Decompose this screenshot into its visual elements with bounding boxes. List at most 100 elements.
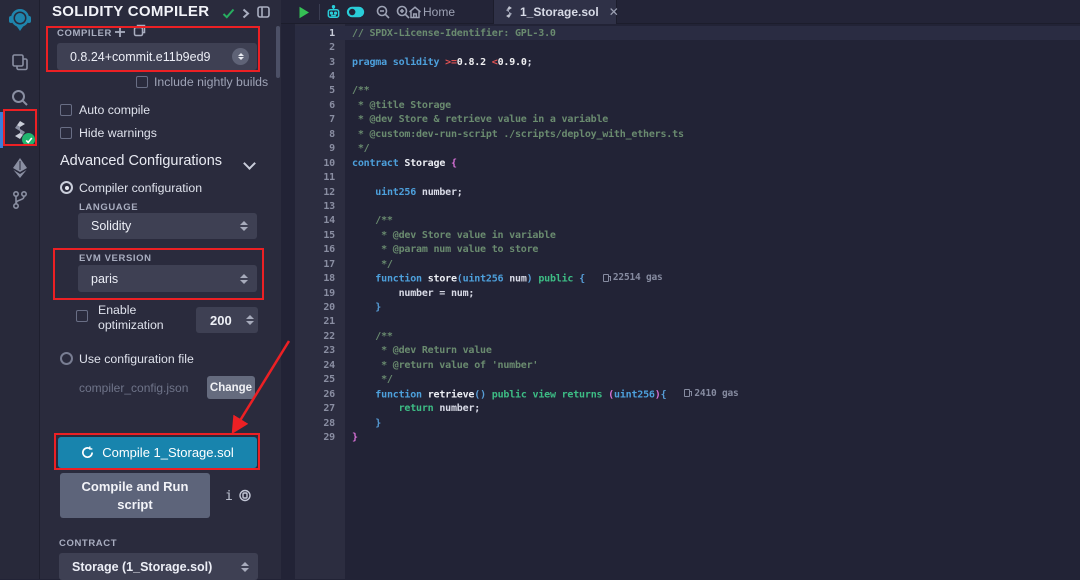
reload-compiler-icon[interactable]: [133, 24, 146, 42]
code-line[interactable]: 26 function retrieve() public view retur…: [295, 387, 1080, 401]
code-line[interactable]: 1// SPDX-License-Identifier: GPL-3.0: [295, 26, 1080, 40]
ai-toggle-icon[interactable]: [343, 0, 367, 24]
code-line[interactable]: 17 */: [295, 257, 1080, 271]
compile-button[interactable]: Compile 1_Storage.sol: [58, 437, 257, 468]
search-icon[interactable]: [0, 80, 40, 116]
panel-title: SOLIDITY COMPILER: [52, 3, 209, 20]
code-line[interactable]: 27 return number;: [295, 401, 1080, 415]
auto-compile-checkbox[interactable]: [60, 104, 72, 116]
code-text: * @title Storage: [335, 100, 451, 111]
code-line[interactable]: 4: [295, 69, 1080, 83]
code-line[interactable]: 13: [295, 199, 1080, 213]
close-tab-icon[interactable]: ✕: [609, 5, 619, 19]
code-text: function retrieve() public view returns …: [335, 388, 739, 401]
home-icon[interactable]: [405, 0, 425, 24]
line-number: 21: [295, 316, 335, 327]
evm-version-select[interactable]: paris: [78, 265, 257, 292]
compiler-configuration-radio[interactable]: [60, 181, 73, 194]
line-number: 12: [295, 187, 335, 198]
line-number: 5: [295, 85, 335, 96]
solidity-file-icon: [504, 5, 514, 19]
code-line[interactable]: 19 number = num;: [295, 286, 1080, 300]
enable-optimization-checkbox[interactable]: [76, 310, 88, 322]
line-number: 22: [295, 331, 335, 342]
editor-topbar: Home 1_Storage.sol ✕: [281, 0, 1080, 24]
refresh-icon: [81, 446, 94, 459]
nightly-builds-checkbox[interactable]: [136, 76, 148, 88]
compiler-version-value: 0.8.24+commit.e11b9ed9: [57, 50, 232, 64]
code-text: * @dev Store & retrieve value in a varia…: [335, 114, 608, 125]
code-line[interactable]: 11: [295, 170, 1080, 184]
code-line[interactable]: 25 */: [295, 373, 1080, 387]
gas-pump-icon: [684, 389, 690, 397]
code-line[interactable]: 3pragma solidity >=0.8.2 <0.9.0;: [295, 55, 1080, 69]
code-line[interactable]: 8 * @custom:dev-run-script ./scripts/dep…: [295, 127, 1080, 141]
use-configuration-file-radio[interactable]: [60, 352, 73, 365]
optimization-runs-input[interactable]: 200: [196, 307, 258, 333]
change-config-button[interactable]: Change: [207, 376, 255, 399]
remix-logo-icon[interactable]: [0, 2, 40, 38]
line-number: 2: [295, 42, 335, 53]
code-editor[interactable]: 1// SPDX-License-Identifier: GPL-3.0 2 3pr…: [295, 26, 1080, 445]
code-line[interactable]: 9 */: [295, 142, 1080, 156]
compile-and-run-button[interactable]: Compile and Run script: [60, 473, 210, 518]
code-line[interactable]: 7 * @dev Store & retrieve value in a var…: [295, 113, 1080, 127]
code-line[interactable]: 2: [295, 40, 1080, 54]
contract-select[interactable]: Storage (1_Storage.sol): [59, 553, 258, 580]
topbar-divider: [319, 4, 320, 20]
code-text: * @dev Store value in variable: [335, 230, 556, 241]
compiler-version-select[interactable]: 0.8.24+commit.e11b9ed9: [57, 43, 257, 70]
add-compiler-icon[interactable]: [114, 25, 126, 43]
code-line[interactable]: 18 function store(uint256 num) public {2…: [295, 271, 1080, 285]
runs-stepper-icon[interactable]: [232, 315, 254, 325]
panel-scrollbar[interactable]: [276, 26, 280, 78]
code-line[interactable]: 22 /**: [295, 329, 1080, 343]
chevron-down-icon[interactable]: [243, 157, 256, 170]
file-explorer-icon[interactable]: [0, 44, 40, 80]
code-line[interactable]: 12 uint256 number;: [295, 185, 1080, 199]
code-line[interactable]: 20 }: [295, 300, 1080, 314]
home-tab-label[interactable]: Home: [423, 5, 455, 19]
solidity-compiler-icon[interactable]: [0, 112, 40, 148]
git-branch-icon[interactable]: [0, 182, 40, 218]
code-line[interactable]: 28 }: [295, 416, 1080, 430]
editor-area: Home 1_Storage.sol ✕ 1// SPDX-License-Id…: [281, 0, 1080, 579]
copy-icon[interactable]: [239, 489, 251, 507]
compile-success-badge: [22, 133, 35, 146]
remixai-robot-icon[interactable]: [323, 0, 343, 24]
zoom-out-icon[interactable]: [373, 0, 393, 24]
code-line[interactable]: 5/**: [295, 84, 1080, 98]
line-number: 17: [295, 259, 335, 270]
hide-warnings-checkbox[interactable]: [60, 127, 72, 139]
code-line[interactable]: 29}: [295, 430, 1080, 444]
code-line[interactable]: 15 * @dev Store value in variable: [295, 228, 1080, 242]
code-line[interactable]: 23 * @dev Return value: [295, 344, 1080, 358]
code-line[interactable]: 10contract Storage {: [295, 156, 1080, 170]
optimization-runs-value: 200: [196, 313, 232, 328]
code-text: }: [335, 418, 381, 429]
code-line[interactable]: 21: [295, 315, 1080, 329]
code-line[interactable]: 24 * @return value of 'number': [295, 358, 1080, 372]
code-text: * @dev Return value: [335, 345, 492, 356]
deploy-run-icon[interactable]: [0, 150, 40, 186]
code-text: pragma solidity >=0.8.2 <0.9.0;: [335, 57, 533, 68]
config-file-name: compiler_config.json: [79, 381, 188, 395]
evm-version-label: EVM VERSION: [79, 253, 152, 264]
line-number: 13: [295, 201, 335, 212]
code-line[interactable]: 6 * @title Storage: [295, 98, 1080, 112]
run-script-play-icon[interactable]: [293, 0, 315, 24]
chevron-right-icon[interactable]: [242, 6, 250, 24]
code-line[interactable]: 16 * @param num value to store: [295, 243, 1080, 257]
line-number: 27: [295, 403, 335, 414]
advanced-configurations-title[interactable]: Advanced Configurations: [60, 153, 222, 169]
code-line[interactable]: 14 /**: [295, 214, 1080, 228]
gas-estimate-badge: 22514 gas: [603, 272, 663, 283]
file-tab[interactable]: 1_Storage.sol ✕: [493, 0, 617, 24]
code-text: }: [335, 432, 358, 443]
pin-panel-icon[interactable]: [257, 5, 270, 23]
line-number: 28: [295, 418, 335, 429]
info-icon[interactable]: i: [225, 489, 233, 504]
code-text: * @param num value to store: [335, 244, 538, 255]
language-select[interactable]: Solidity: [78, 213, 257, 239]
use-configuration-file-label: Use configuration file: [79, 352, 194, 366]
